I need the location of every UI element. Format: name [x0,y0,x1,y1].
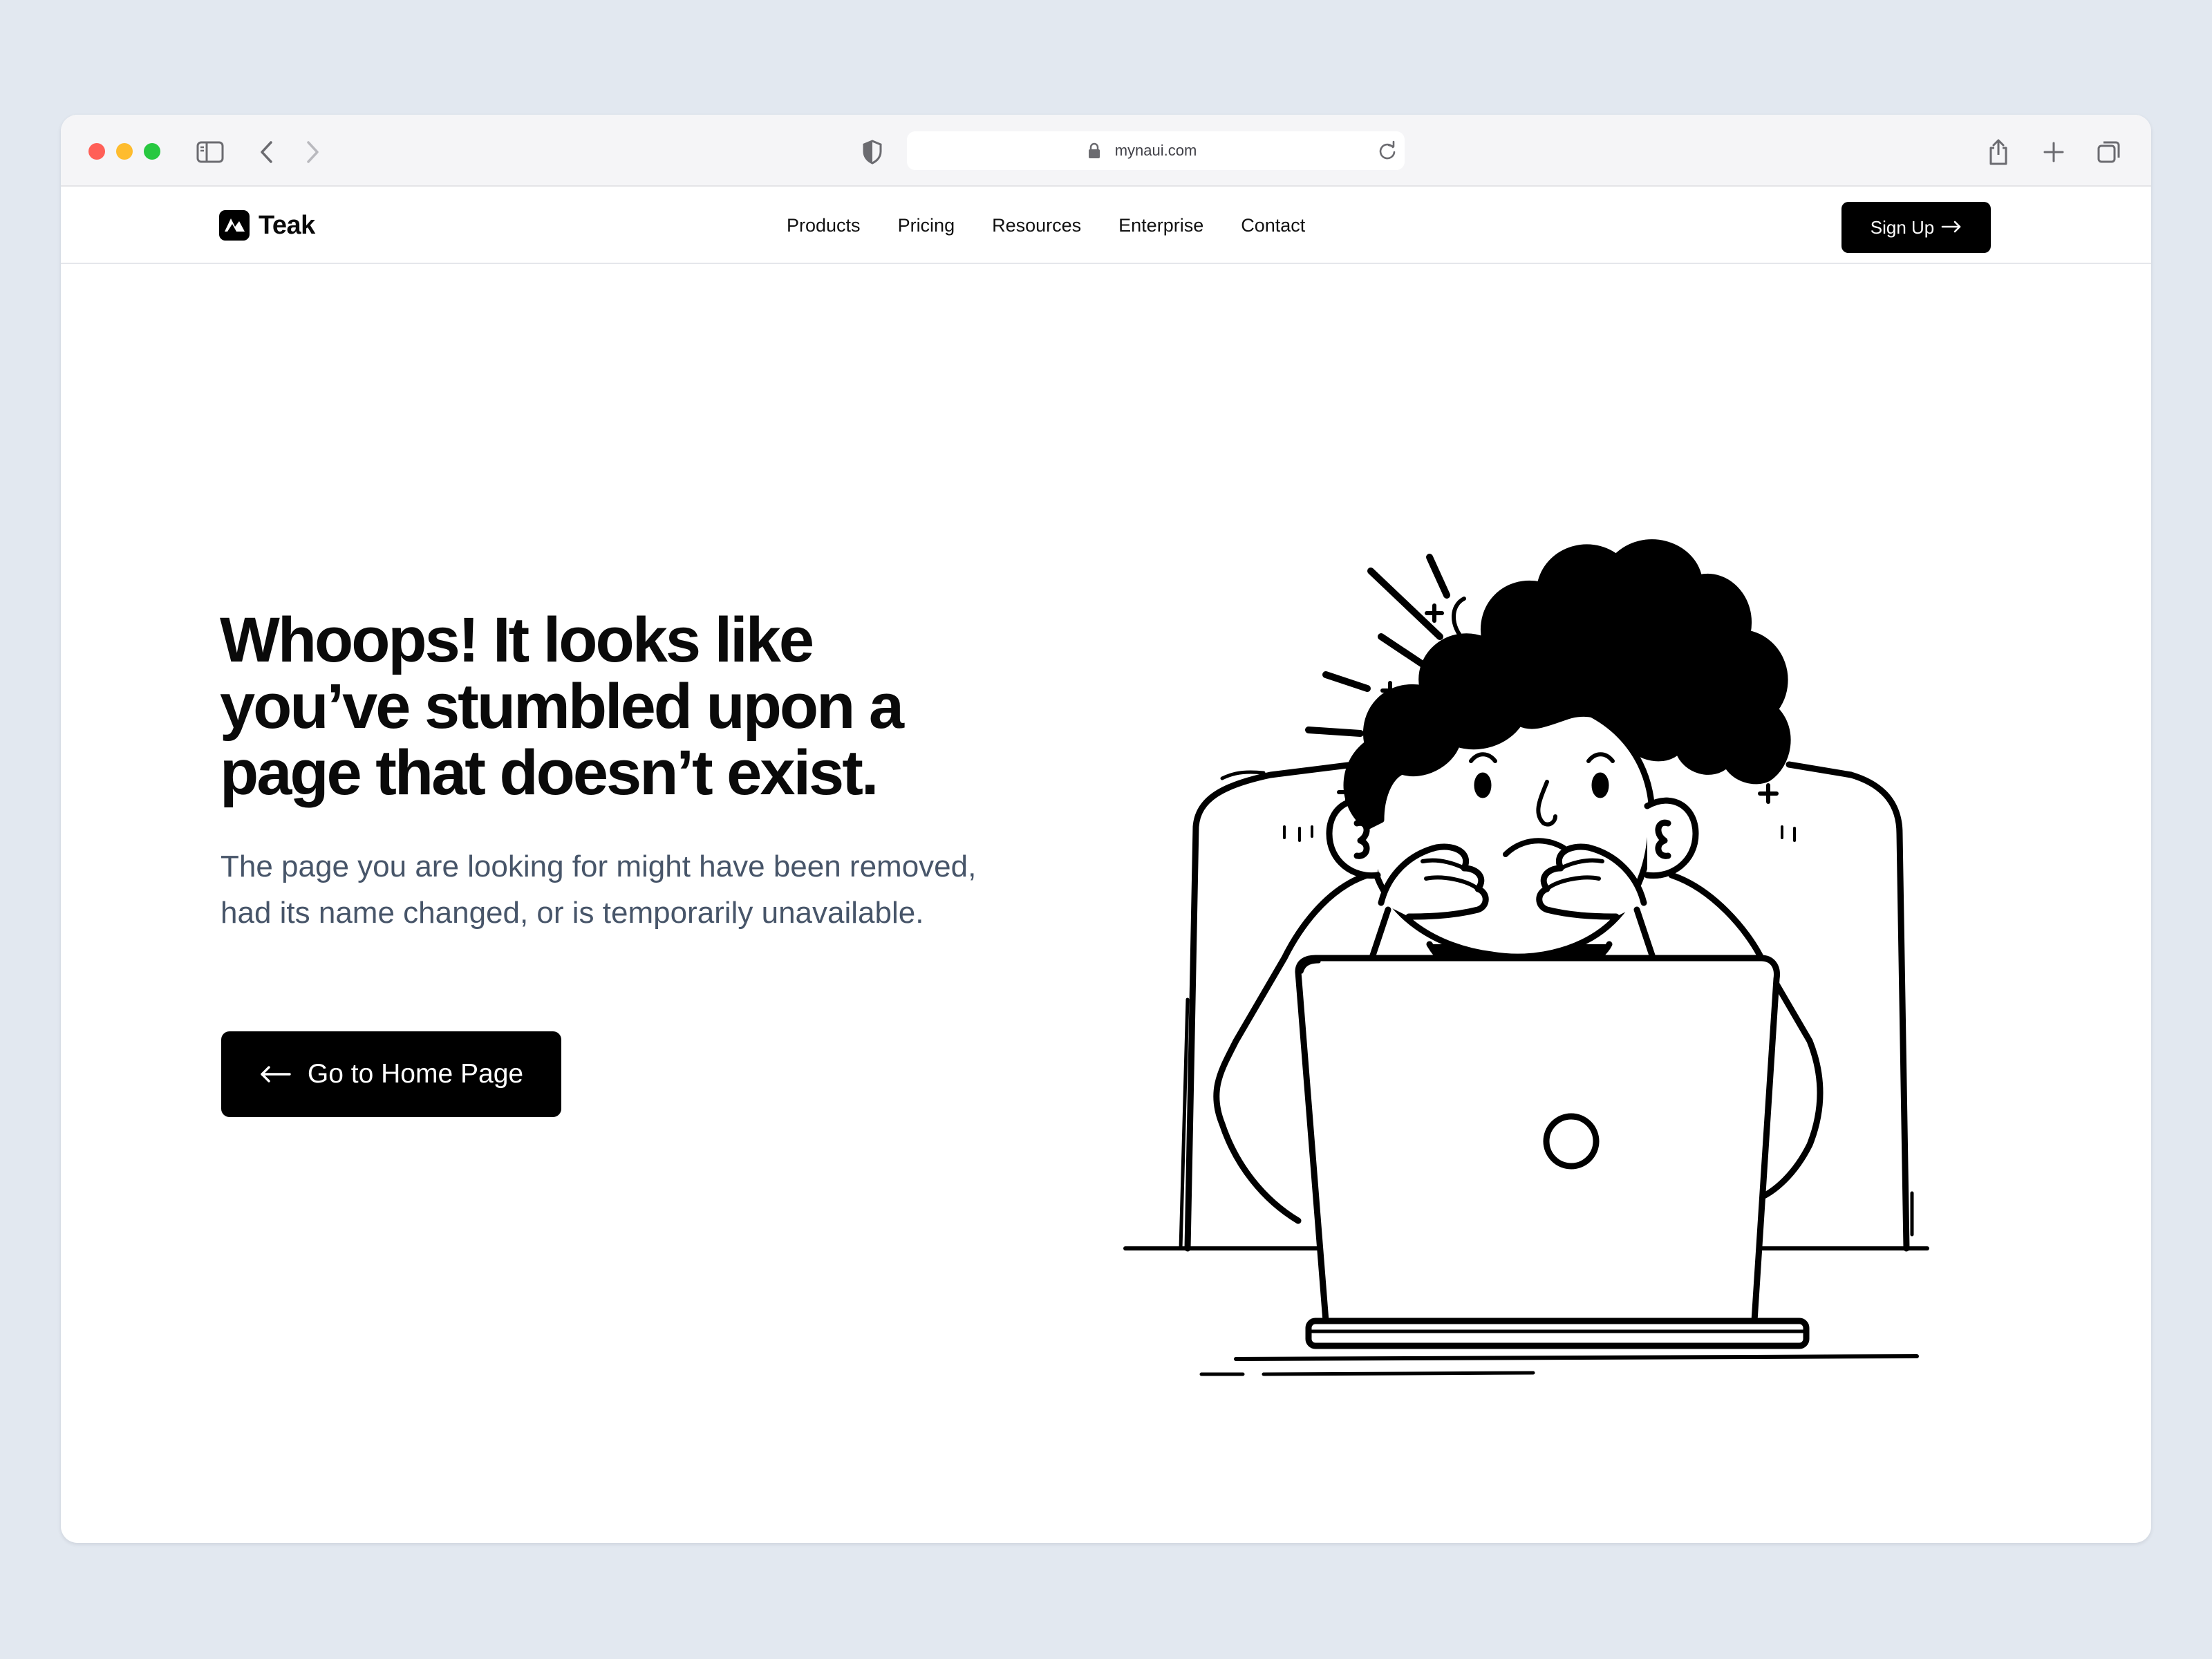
site-header: Teak Products Pricing Resources Enterpri… [61,187,2151,264]
heading-line: you’ve stumbled upon a [220,671,904,742]
tabs-overview-icon[interactable] [2091,134,2127,170]
page-description: The page you are looking for might have … [221,850,977,930]
nav-link-contact[interactable]: Contact [1241,215,1305,236]
brand-name: Teak [259,210,315,240]
sign-up-label: Sign Up [1870,216,1935,238]
reload-icon[interactable] [1377,140,1398,165]
nav-link-products[interactable]: Products [787,215,861,236]
main-nav: Products Pricing Resources Enterprise Co… [787,209,1342,242]
share-icon[interactable] [1980,134,2016,170]
url-text: mynaui.com [1114,142,1197,159]
heading-line: Whoops! It looks like [220,605,814,675]
address-bar[interactable]: mynaui.com [907,131,1405,170]
go-home-label: Go to Home Page [307,1059,524,1089]
shield-icon[interactable] [854,134,890,170]
minimize-window-button[interactable] [116,143,133,160]
brand-logo[interactable]: Teak [218,209,315,242]
heading-line: page that doesn’t exist. [220,738,879,808]
zoom-window-button[interactable] [144,143,160,160]
teak-logo-icon [219,210,250,241]
laptop [1295,955,1780,1324]
go-home-button[interactable]: Go to Home Page [221,1031,561,1117]
stressed-person-illustration [1123,539,1929,1376]
close-window-button[interactable] [88,143,105,160]
arrow-left-icon [261,1066,291,1082]
arrow-right-icon [1941,217,1962,238]
browser-toolbar: mynaui.com [61,115,2151,187]
sidebar-icon[interactable] [192,134,228,170]
new-tab-icon[interactable] [2036,134,2072,170]
nav-link-enterprise[interactable]: Enterprise [1118,215,1203,236]
page-heading: Whoops! It looks like you’ve stumbled up… [220,607,1049,806]
forward-icon[interactable] [294,134,330,170]
nav-link-resources[interactable]: Resources [992,215,1081,236]
browser-window: mynaui.com Teak Products Pricing Resourc… [61,115,2151,1543]
back-icon[interactable] [249,134,285,170]
nav-link-pricing[interactable]: Pricing [898,215,955,236]
sign-up-button[interactable]: Sign Up [1841,202,1991,253]
